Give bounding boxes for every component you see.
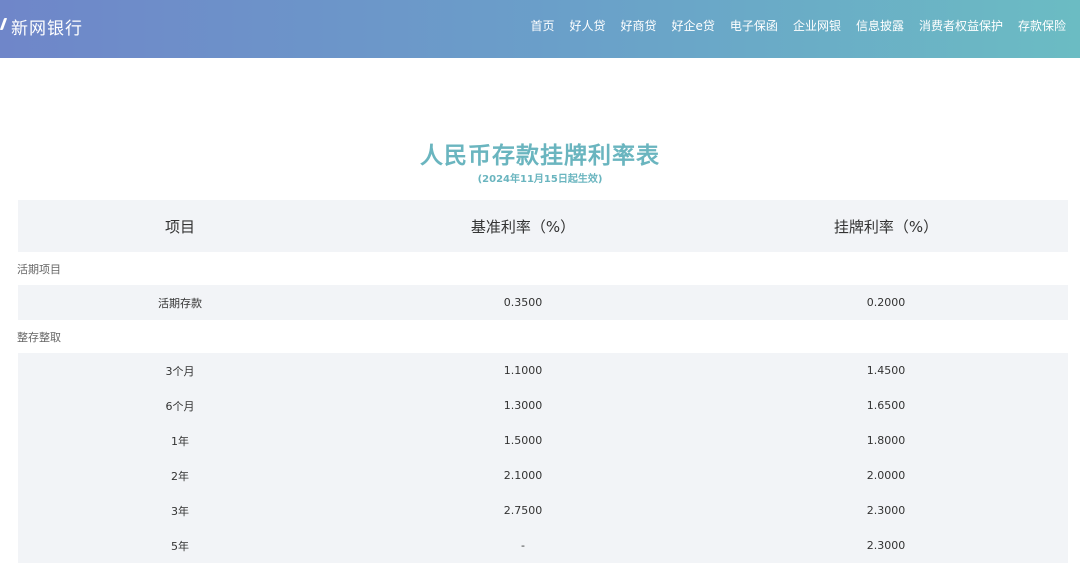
cell-base-rate: 2.1000	[503, 469, 543, 482]
cell-listed-rate: 1.4500	[866, 364, 906, 377]
brand-logo[interactable]: 新网银行	[0, 12, 83, 40]
table-row: 6个月 1.3000 1.6500	[18, 388, 1068, 423]
cell-base-rate: 1.5000	[503, 434, 543, 447]
table-row: 3年 2.7500 2.3000	[18, 493, 1068, 528]
page-subtitle: (2024年11月15日起生效)	[477, 174, 603, 185]
table-row: 5年 - 2.3000	[18, 528, 1068, 563]
nav-item-business-loan[interactable]: 好商贷	[621, 17, 657, 34]
table-row: 3个月 1.1000 1.4500	[18, 353, 1068, 388]
header-listed-rate: 挂牌利率（%）	[833, 217, 939, 236]
page-title: 人民币存款挂牌利率表	[420, 143, 660, 169]
table-row: 2年 2.1000 2.0000	[18, 458, 1068, 493]
main-nav: 首页 好人贷 好商贷 好企e贷 电子保函 企业网银 信息披露 消费者权益保护 存…	[530, 0, 1066, 50]
nav-item-home[interactable]: 首页	[530, 17, 554, 34]
cell-listed-rate: 2.0000	[866, 469, 906, 482]
nav-item-deposit-insurance[interactable]: 存款保险	[1018, 17, 1066, 34]
group-label: 活期项目	[17, 252, 1068, 285]
nav-item-consumer-protection[interactable]: 消费者权益保护	[919, 17, 1003, 34]
header-item: 项目	[164, 217, 195, 236]
group-label: 整存整取	[17, 320, 1068, 353]
cell-listed-rate: 0.2000	[866, 296, 906, 309]
table-header-row: 项目 基准利率（%） 挂牌利率（%）	[18, 200, 1068, 252]
nav-item-enterprise-e-loan[interactable]: 好企e贷	[672, 17, 715, 34]
cell-base-rate: 1.3000	[503, 399, 543, 412]
cell-base-rate: 1.1000	[503, 364, 543, 377]
nav-item-disclosure[interactable]: 信息披露	[856, 17, 904, 34]
brand-mark-icon	[0, 18, 8, 34]
cell-item: 6个月	[165, 399, 195, 413]
nav-item-e-guarantee[interactable]: 电子保函	[730, 17, 778, 34]
cell-listed-rate: 2.3000	[866, 504, 906, 517]
table-row: 1年 1.5000 1.8000	[18, 423, 1068, 458]
brand-name: 新网银行	[11, 18, 83, 39]
cell-item: 5年	[171, 539, 189, 553]
header-base-rate: 基准利率（%）	[470, 217, 576, 236]
cell-base-rate: 2.7500	[503, 504, 543, 517]
top-navigation-bar: 新网银行 首页 好人贷 好商贷 好企e贷 电子保函 企业网银 信息披露 消费者权…	[0, 0, 1080, 58]
cell-listed-rate: 1.6500	[866, 399, 906, 412]
cell-listed-rate: 2.3000	[866, 539, 906, 552]
nav-item-corporate-banking[interactable]: 企业网银	[793, 17, 841, 34]
cell-item: 1年	[171, 434, 189, 448]
cell-item: 3年	[171, 504, 189, 518]
table-row: 活期存款 0.3500 0.2000	[18, 285, 1068, 320]
cell-base-rate: 0.3500	[503, 296, 543, 309]
nav-item-personal-loan[interactable]: 好人贷	[570, 17, 606, 34]
cell-item: 3个月	[165, 364, 195, 378]
cell-base-rate: -	[521, 539, 525, 552]
cell-listed-rate: 1.8000	[866, 434, 906, 447]
rate-table: 项目 基准利率（%） 挂牌利率（%） 活期项目 活期存款 0.3500 0.20…	[17, 200, 1068, 563]
cell-item: 活期存款	[158, 296, 202, 310]
cell-item: 2年	[171, 469, 189, 483]
